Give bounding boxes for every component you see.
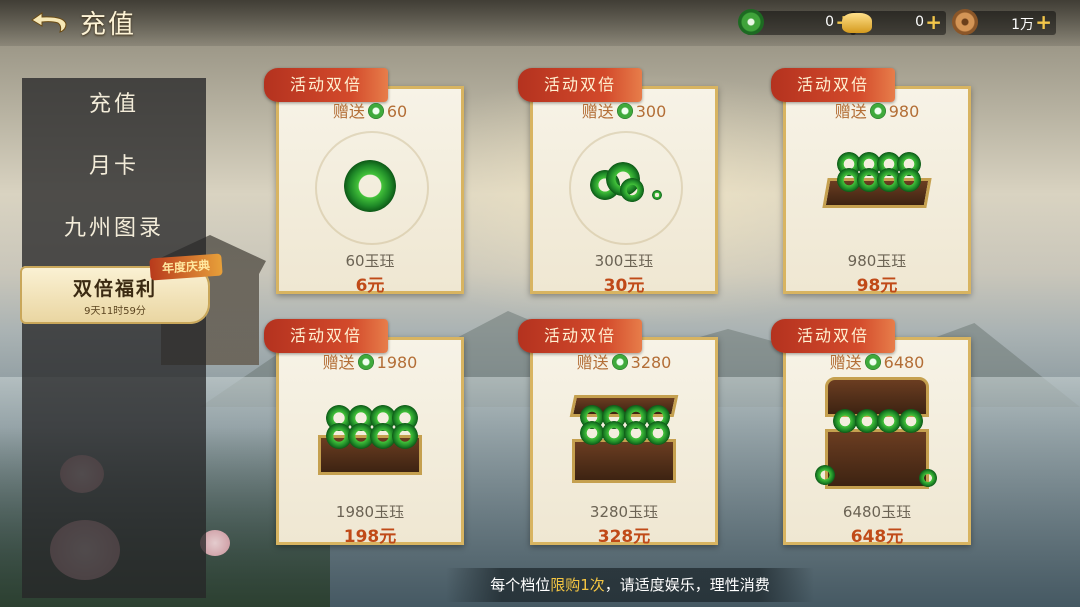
bonus-amount: 6480 xyxy=(883,353,925,372)
currency-jade[interactable]: 0 + xyxy=(738,9,856,35)
jade-pack-art xyxy=(562,377,686,497)
wooden-box xyxy=(572,439,676,483)
back-arrow-icon[interactable] xyxy=(28,10,72,34)
jade-ring xyxy=(815,465,835,485)
bonus-amount: 3280 xyxy=(630,353,672,372)
recharge-card[interactable]: 活动双倍 赠送 300 300玉珏 30元 xyxy=(518,68,722,296)
jade-icon xyxy=(357,354,374,370)
recharge-card[interactable]: 活动双倍 赠送 3280 3280玉珏 328元 xyxy=(518,319,722,547)
jade-ring xyxy=(877,409,901,433)
notice-highlight: 限购1次 xyxy=(550,576,605,594)
bonus-amount: 300 xyxy=(635,102,667,121)
jade-icon xyxy=(869,103,886,119)
bonus-label: 赠送 3280 xyxy=(526,349,722,373)
sidebar-item-atlas[interactable]: 九州图录 xyxy=(22,210,206,242)
double-event-ribbon: 活动双倍 xyxy=(771,68,895,102)
purchase-limit-notice: 每个档位限购1次，请适度娱乐，理性消费 xyxy=(446,568,814,602)
jade-ring xyxy=(620,178,644,202)
jade-ring xyxy=(344,160,396,212)
bonus-label: 赠送 1980 xyxy=(272,349,468,373)
add-icon[interactable]: + xyxy=(925,10,942,34)
jade-icon xyxy=(864,354,881,370)
pack-price: 648元 xyxy=(850,527,904,547)
pack-price: 198元 xyxy=(343,527,397,547)
add-icon[interactable]: + xyxy=(1035,10,1052,34)
jade-pack-art xyxy=(815,377,939,497)
recharge-card[interactable]: 活动双倍 赠送 60 60玉珏 6元 xyxy=(264,68,468,296)
jade-coin-icon xyxy=(738,9,764,35)
pack-name: 980玉珏 xyxy=(847,252,907,270)
notice-text: ，请适度娱乐，理性消费 xyxy=(604,576,770,594)
currency-value: 1万 xyxy=(1011,17,1034,33)
jade-icon xyxy=(611,354,628,370)
jade-icon xyxy=(616,103,633,119)
bonus-prefix: 赠送 xyxy=(834,102,867,121)
pack-price: 328元 xyxy=(597,527,651,547)
double-event-ribbon: 活动双倍 xyxy=(518,68,642,102)
double-event-ribbon: 活动双倍 xyxy=(518,319,642,353)
treasure-chest xyxy=(825,429,929,489)
jade-ring xyxy=(897,168,921,192)
pack-name: 3280玉珏 xyxy=(589,503,659,521)
pack-name: 60玉珏 xyxy=(345,252,395,270)
jade-ring xyxy=(646,421,670,445)
currency-value: 0 xyxy=(915,14,924,30)
double-event-ribbon: 活动双倍 xyxy=(264,68,388,102)
jade-ring xyxy=(580,421,604,445)
page-title: 充值 xyxy=(80,10,137,40)
bonus-label: 赠送 6480 xyxy=(779,349,975,373)
notice-text: 每个档位 xyxy=(490,576,551,594)
jade-ring xyxy=(833,409,857,433)
jade-ring xyxy=(392,423,418,449)
pack-price: 98元 xyxy=(856,276,898,296)
copper-coin-icon xyxy=(952,9,978,35)
double-event-ribbon: 活动双倍 xyxy=(771,319,895,353)
pack-name: 1980玉珏 xyxy=(335,503,405,521)
bonus-amount: 980 xyxy=(888,102,920,121)
bonus-prefix: 赠送 xyxy=(829,353,862,372)
jade-ring xyxy=(919,469,937,487)
jade-ring xyxy=(602,421,626,445)
bonus-prefix: 赠送 xyxy=(581,102,614,121)
sidebar-item-monthly-card[interactable]: 月卡 xyxy=(22,148,206,180)
bonus-label: 赠送 60 xyxy=(272,98,468,122)
recharge-card[interactable]: 活动双倍 赠送 980 980玉珏 98元 xyxy=(771,68,975,296)
jade-icon xyxy=(367,103,384,119)
bonus-amount: 60 xyxy=(386,102,408,121)
jade-ring xyxy=(624,421,648,445)
jade-pack-art xyxy=(308,126,432,246)
bonus-amount: 1980 xyxy=(376,353,418,372)
currency-copper[interactable]: 1万 + xyxy=(952,9,1056,35)
bonus-label: 赠送 300 xyxy=(526,98,722,122)
countdown-timer: 9天11时59分 xyxy=(84,306,146,317)
sidebar-item-recharge[interactable]: 充值 xyxy=(22,86,206,118)
gold-ingot-icon xyxy=(842,13,872,33)
recharge-card[interactable]: 活动双倍 赠送 1980 1980玉珏 198元 xyxy=(264,319,468,547)
currency-value: 0 xyxy=(825,14,834,30)
jade-ring xyxy=(652,190,662,200)
bonus-label: 赠送 980 xyxy=(779,98,975,122)
jade-pack-art xyxy=(308,377,432,497)
bonus-prefix: 赠送 xyxy=(576,353,609,372)
bonus-prefix: 赠送 xyxy=(332,102,365,121)
jade-ring xyxy=(855,409,879,433)
jade-pack-art xyxy=(815,126,939,246)
pack-price: 30元 xyxy=(603,276,645,296)
bonus-prefix: 赠送 xyxy=(322,353,355,372)
recharge-card[interactable]: 活动双倍 赠送 6480 6480玉珏 648元 xyxy=(771,319,975,547)
jade-pack-art xyxy=(562,126,686,246)
jade-ring xyxy=(899,409,923,433)
pack-name: 300玉珏 xyxy=(594,252,654,270)
double-event-ribbon: 活动双倍 xyxy=(264,319,388,353)
currency-gold[interactable]: 0 + xyxy=(842,10,946,35)
pack-name: 6480玉珏 xyxy=(842,503,912,521)
pack-price: 6元 xyxy=(355,276,385,296)
